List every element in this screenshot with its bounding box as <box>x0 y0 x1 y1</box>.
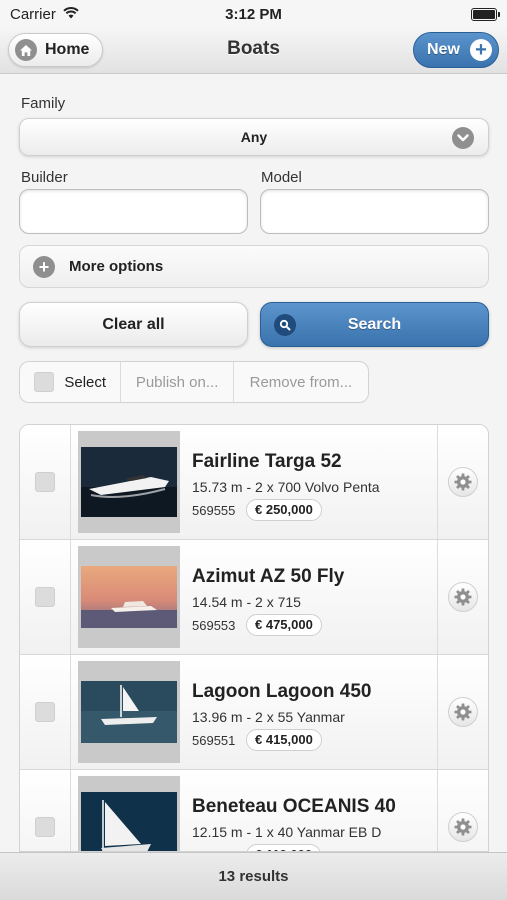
family-select-value: Any <box>240 129 268 145</box>
model-label: Model <box>261 169 302 186</box>
builder-label: Builder <box>21 169 68 186</box>
boat-thumbnail <box>78 546 180 648</box>
row-settings-cell <box>437 540 488 654</box>
row-checkbox[interactable] <box>35 702 55 722</box>
boat-name: Fairline Targa 52 <box>192 451 342 472</box>
more-options-button[interactable]: + More options <box>19 245 489 288</box>
row-settings-cell <box>437 425 488 539</box>
search-label: Search <box>347 315 402 333</box>
battery-icon <box>471 7 500 21</box>
boat-name: Beneteau OCEANIS 40 <box>192 796 396 817</box>
boat-specs: 13.96 m - 2 x 55 Yanmar <box>192 709 345 725</box>
chevron-down-icon <box>452 127 474 149</box>
boat-reference: 569555 <box>192 503 236 518</box>
list-item[interactable]: Beneteau OCEANIS 40 12.15 m - 1 x 40 Yanm… <box>20 770 488 851</box>
publish-button[interactable]: Publish on... <box>121 362 234 402</box>
list-item[interactable]: Lagoon Lagoon 450 13.96 m - 2 x 55 Yanmar… <box>20 655 488 770</box>
model-input[interactable] <box>260 189 489 234</box>
list-item[interactable]: Azimut AZ 50 Fly 14.54 m - 2 x 715 569553 €… <box>20 540 488 655</box>
boat-thumbnail <box>78 776 180 851</box>
list-item[interactable]: Fairline Targa 52 15.73 m - 2 x 700 Volvo… <box>20 425 488 540</box>
clear-all-label: Clear all <box>102 315 165 333</box>
boat-thumbnail <box>78 661 180 763</box>
row-select-cell[interactable] <box>20 770 71 851</box>
new-button[interactable]: New + <box>413 32 499 68</box>
gear-icon[interactable] <box>448 697 478 727</box>
boat-thumbnail <box>78 431 180 533</box>
clear-all-button[interactable]: Clear all <box>19 302 248 347</box>
more-options-label: More options <box>69 258 164 275</box>
row-checkbox[interactable] <box>35 587 55 607</box>
boat-reference: 569553 <box>192 618 236 633</box>
boat-name: Azimut AZ 50 Fly <box>192 566 345 587</box>
select-checkbox <box>34 372 55 392</box>
results-footer: 13 results <box>0 852 507 900</box>
plus-icon: + <box>33 255 55 278</box>
boat-name: Lagoon Lagoon 450 <box>192 681 372 702</box>
row-settings-cell <box>437 770 488 851</box>
plus-icon: + <box>469 39 492 61</box>
row-select-cell[interactable] <box>20 540 71 654</box>
boat-reference: 569551 <box>192 733 236 748</box>
price-badge: € 415,000 <box>246 729 322 751</box>
builder-input[interactable] <box>19 189 248 234</box>
search-button[interactable]: Search <box>260 302 489 347</box>
select-label: Select <box>64 373 107 391</box>
new-button-label: New <box>427 41 460 58</box>
status-bar: Carrier 3:12 PM <box>0 0 507 28</box>
select-toggle[interactable]: Select <box>20 362 122 402</box>
bulk-actions-bar: Select Publish on... Remove from... <box>19 361 369 403</box>
row-checkbox[interactable] <box>35 817 55 837</box>
results-count: 13 results <box>218 868 289 885</box>
price-badge: € 475,000 <box>246 614 322 636</box>
row-select-cell[interactable] <box>20 655 71 769</box>
boat-specs: 12.15 m - 1 x 40 Yanmar EB D <box>192 824 382 840</box>
price-badge: € 119,000 <box>246 844 322 851</box>
boat-specs: 14.54 m - 2 x 715 <box>192 594 301 610</box>
price-badge: € 250,000 <box>246 499 322 521</box>
boat-list: Fairline Targa 52 15.73 m - 2 x 700 Volvo… <box>19 424 489 852</box>
boat-specs: 15.73 m - 2 x 700 Volvo Penta <box>192 479 380 495</box>
search-icon <box>274 314 296 336</box>
family-select[interactable]: Any <box>19 118 489 156</box>
row-checkbox[interactable] <box>35 472 55 492</box>
remove-button[interactable]: Remove from... <box>234 362 368 402</box>
row-settings-cell <box>437 655 488 769</box>
gear-icon[interactable] <box>448 467 478 497</box>
row-select-cell[interactable] <box>20 425 71 539</box>
family-label: Family <box>21 95 66 112</box>
clock: 3:12 PM <box>225 5 282 23</box>
navigation-bar: Home Boats New + <box>0 28 507 74</box>
gear-icon[interactable] <box>448 812 478 842</box>
gear-icon[interactable] <box>448 582 478 612</box>
